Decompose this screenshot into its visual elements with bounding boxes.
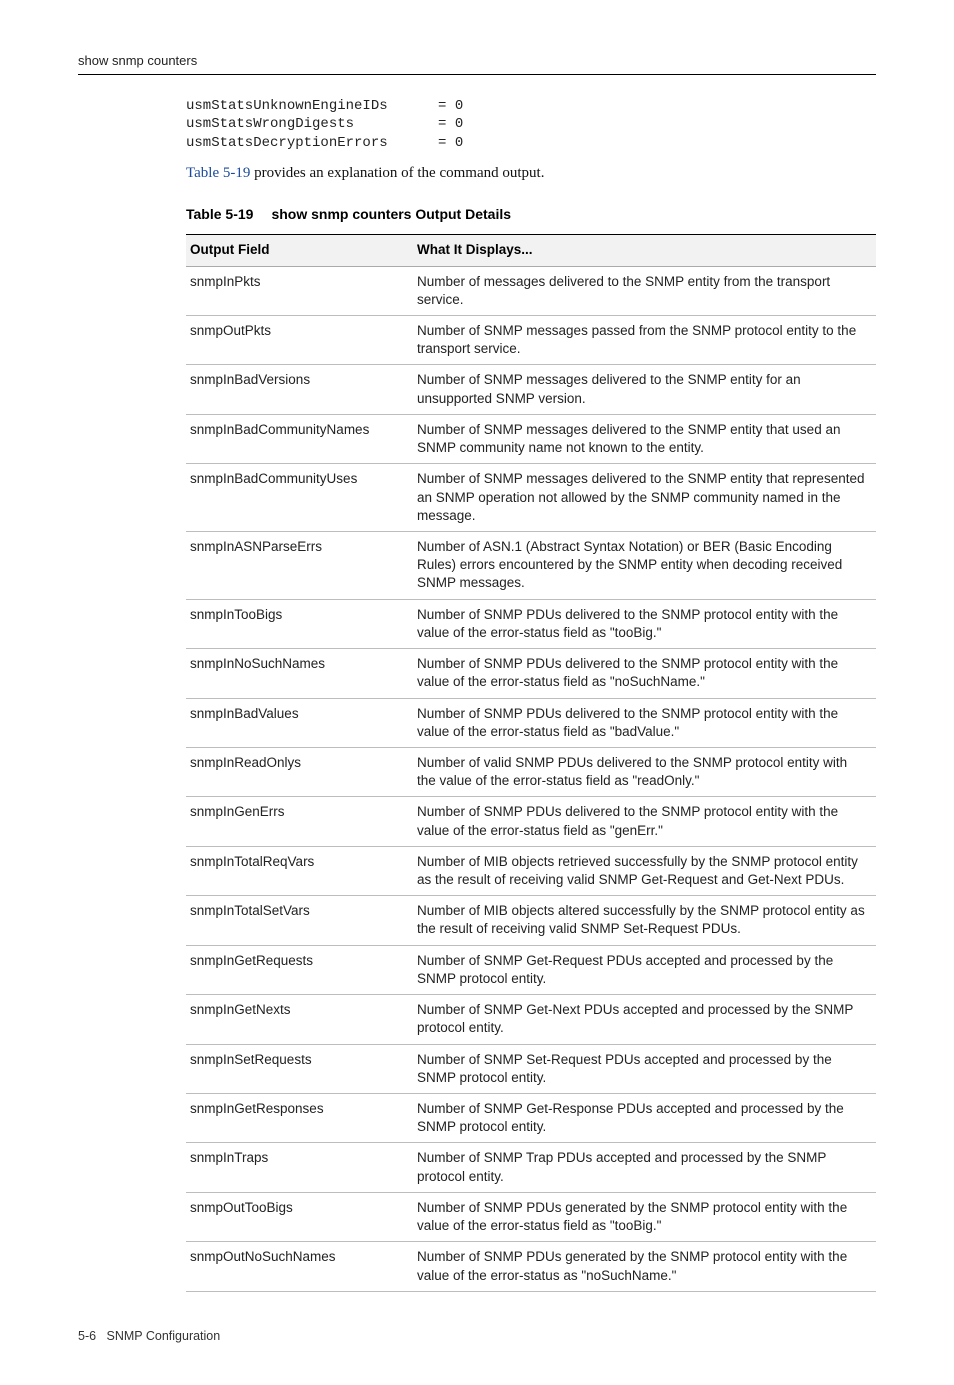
table-header-description: What It Displays... (413, 235, 876, 266)
output-field-cell: snmpInASNParseErrs (186, 531, 413, 599)
description-cell: Number of SNMP PDUs delivered to the SNM… (413, 698, 876, 747)
table-body: snmpInPktsNumber of messages delivered t… (186, 266, 876, 1291)
table-row: snmpInGetResponsesNumber of SNMP Get-Res… (186, 1094, 876, 1143)
table-row: snmpOutTooBigsNumber of SNMP PDUs genera… (186, 1192, 876, 1241)
table-row: snmpInGetRequestsNumber of SNMP Get-Requ… (186, 945, 876, 994)
table-row: snmpInGetNextsNumber of SNMP Get-Next PD… (186, 995, 876, 1044)
output-field-cell: snmpInBadValues (186, 698, 413, 747)
table-header-output-field: Output Field (186, 235, 413, 266)
page-footer: 5-6 SNMP Configuration (78, 1328, 876, 1345)
page: show snmp counters usmStatsUnknownEngine… (0, 0, 954, 1385)
description-cell: Number of MIB objects altered successful… (413, 896, 876, 945)
output-details-table: Output Field What It Displays... snmpInP… (186, 234, 876, 1291)
table-row: snmpInBadVersionsNumber of SNMP messages… (186, 365, 876, 414)
output-field-cell: snmpInSetRequests (186, 1044, 413, 1093)
table-row: snmpInTooBigsNumber of SNMP PDUs deliver… (186, 599, 876, 648)
description-cell: Number of valid SNMP PDUs delivered to t… (413, 747, 876, 796)
output-field-cell: snmpInGetRequests (186, 945, 413, 994)
table-header-row: Output Field What It Displays... (186, 235, 876, 266)
table-row: snmpOutPktsNumber of SNMP messages passe… (186, 316, 876, 365)
description-cell: Number of SNMP Set-Request PDUs accepted… (413, 1044, 876, 1093)
table-row: snmpInSetRequestsNumber of SNMP Set-Requ… (186, 1044, 876, 1093)
description-cell: Number of MIB objects retrieved successf… (413, 846, 876, 895)
table-row: snmpInReadOnlysNumber of valid SNMP PDUs… (186, 747, 876, 796)
output-field-cell: snmpInTraps (186, 1143, 413, 1192)
intro-paragraph: Table 5-19 provides an explanation of th… (186, 163, 876, 183)
output-field-cell: snmpInGetResponses (186, 1094, 413, 1143)
table-row: snmpInTrapsNumber of SNMP Trap PDUs acce… (186, 1143, 876, 1192)
table-row: snmpInGenErrsNumber of SNMP PDUs deliver… (186, 797, 876, 846)
description-cell: Number of SNMP messages delivered to the… (413, 414, 876, 463)
description-cell: Number of messages delivered to the SNMP… (413, 266, 876, 315)
intro-text: provides an explanation of the command o… (250, 165, 544, 181)
table-row: snmpInBadCommunityNamesNumber of SNMP me… (186, 414, 876, 463)
table-row: snmpInBadCommunityUsesNumber of SNMP mes… (186, 464, 876, 532)
description-cell: Number of SNMP Get-Next PDUs accepted an… (413, 995, 876, 1044)
output-field-cell: snmpOutTooBigs (186, 1192, 413, 1241)
output-field-cell: snmpInBadCommunityNames (186, 414, 413, 463)
output-field-cell: snmpOutPkts (186, 316, 413, 365)
table-caption: Table 5-19 show snmp counters Output Deta… (186, 205, 876, 224)
table-row: snmpInTotalSetVarsNumber of MIB objects … (186, 896, 876, 945)
description-cell: Number of SNMP Get-Response PDUs accepte… (413, 1094, 876, 1143)
description-cell: Number of SNMP Trap PDUs accepted and pr… (413, 1143, 876, 1192)
page-number: 5-6 (78, 1329, 96, 1343)
output-field-cell: snmpInTooBigs (186, 599, 413, 648)
table-caption-number: Table 5-19 (186, 206, 253, 222)
description-cell: Number of ASN.1 (Abstract Syntax Notatio… (413, 531, 876, 599)
table-caption-title: show snmp counters Output Details (271, 206, 511, 222)
description-cell: Number of SNMP PDUs delivered to the SNM… (413, 797, 876, 846)
description-cell: Number of SNMP messages delivered to the… (413, 464, 876, 532)
output-field-cell: snmpInPkts (186, 266, 413, 315)
table-row: snmpOutNoSuchNamesNumber of SNMP PDUs ge… (186, 1242, 876, 1291)
footer-section: SNMP Configuration (107, 1329, 221, 1343)
output-field-cell: snmpInGetNexts (186, 995, 413, 1044)
table-row: snmpInBadValuesNumber of SNMP PDUs deliv… (186, 698, 876, 747)
output-field-cell: snmpInTotalReqVars (186, 846, 413, 895)
table-row: snmpInNoSuchNamesNumber of SNMP PDUs del… (186, 649, 876, 698)
output-field-cell: snmpOutNoSuchNames (186, 1242, 413, 1291)
output-field-cell: snmpInGenErrs (186, 797, 413, 846)
output-field-cell: snmpInReadOnlys (186, 747, 413, 796)
table-row: snmpInPktsNumber of messages delivered t… (186, 266, 876, 315)
running-header: show snmp counters (78, 52, 876, 75)
output-field-cell: snmpInNoSuchNames (186, 649, 413, 698)
description-cell: Number of SNMP messages delivered to the… (413, 365, 876, 414)
table-row: snmpInTotalReqVarsNumber of MIB objects … (186, 846, 876, 895)
table-row: snmpInASNParseErrsNumber of ASN.1 (Abstr… (186, 531, 876, 599)
output-field-cell: snmpInTotalSetVars (186, 896, 413, 945)
description-cell: Number of SNMP PDUs generated by the SNM… (413, 1242, 876, 1291)
description-cell: Number of SNMP Get-Request PDUs accepted… (413, 945, 876, 994)
output-field-cell: snmpInBadVersions (186, 365, 413, 414)
code-block: usmStatsUnknownEngineIDs = 0 usmStatsWro… (186, 97, 876, 154)
description-cell: Number of SNMP PDUs generated by the SNM… (413, 1192, 876, 1241)
table-reference-link[interactable]: Table 5-19 (186, 165, 250, 181)
description-cell: Number of SNMP PDUs delivered to the SNM… (413, 649, 876, 698)
description-cell: Number of SNMP messages passed from the … (413, 316, 876, 365)
output-field-cell: snmpInBadCommunityUses (186, 464, 413, 532)
description-cell: Number of SNMP PDUs delivered to the SNM… (413, 599, 876, 648)
